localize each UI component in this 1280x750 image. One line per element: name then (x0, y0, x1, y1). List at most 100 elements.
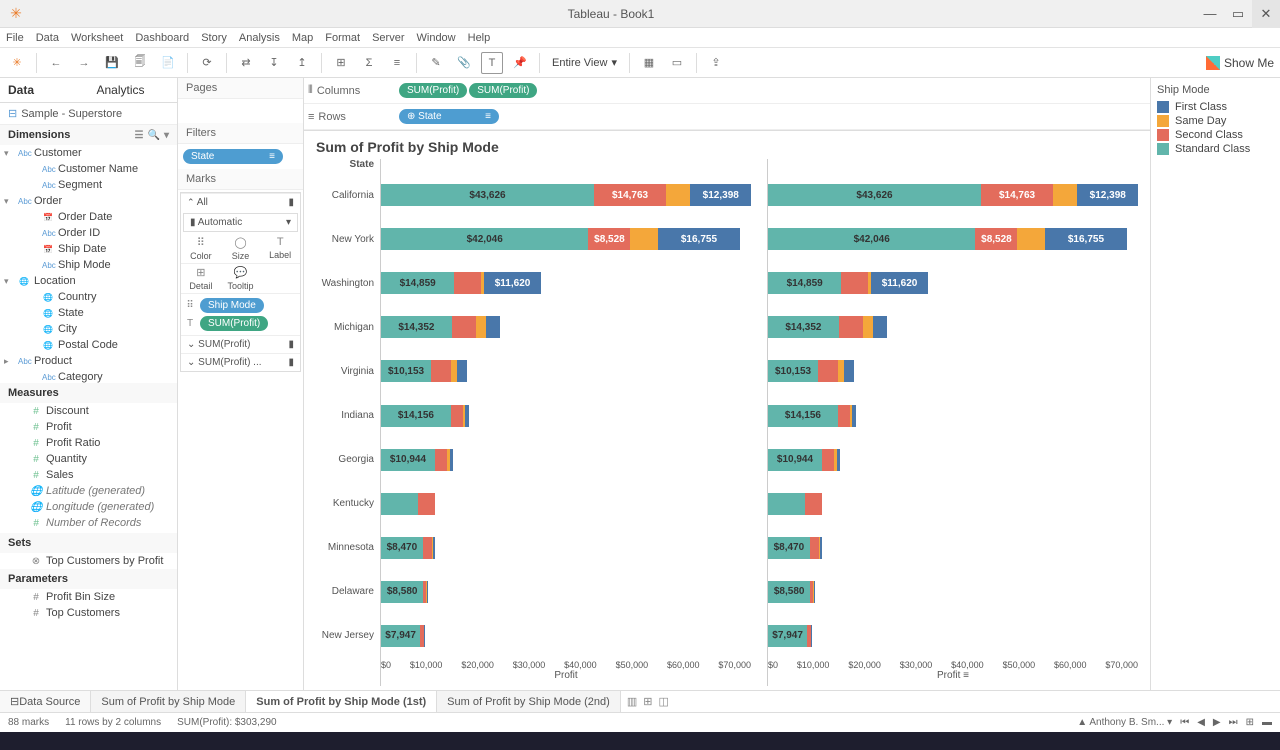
nav-next-icon[interactable]: ▶ (1213, 717, 1221, 728)
datasource-item[interactable]: ⊟ Sample - Superstore (0, 103, 177, 125)
tab-sheet-3[interactable]: Sum of Profit by Ship Mode (2nd) (437, 691, 621, 712)
mark-pill-sumprofit[interactable]: SUM(Profit) (200, 316, 268, 331)
bar-segment[interactable] (822, 449, 834, 471)
dimension-country[interactable]: 🌐Country (0, 289, 177, 305)
group-button[interactable]: ⊞ (330, 52, 352, 74)
bar-segment[interactable]: $14,763 (594, 184, 666, 206)
bar-segment[interactable]: $14,352 (768, 316, 839, 338)
bar-segment[interactable]: $12,398 (1077, 184, 1138, 206)
bar-segment[interactable]: $11,620 (871, 272, 928, 294)
bar-segment[interactable] (839, 316, 864, 338)
bar-row[interactable]: $8,580 (768, 570, 1138, 614)
bar-segment[interactable] (486, 316, 500, 338)
swap-button[interactable]: ⇄ (235, 52, 257, 74)
new-sheet-icon[interactable]: ▥ (627, 695, 637, 708)
bar-segment[interactable]: $10,153 (381, 360, 431, 382)
measure-sales[interactable]: #Sales (0, 467, 177, 483)
save-button[interactable]: 💾 (101, 52, 123, 74)
menu-worksheet[interactable]: Worksheet (71, 32, 123, 44)
back-button[interactable]: ← (45, 52, 67, 74)
dimension-segment[interactable]: AbcSegment (0, 177, 177, 193)
menu-window[interactable]: Window (417, 32, 456, 44)
pages-shelf[interactable]: Pages (178, 78, 303, 99)
menu-help[interactable]: Help (468, 32, 491, 44)
bar-segment[interactable]: $12,398 (690, 184, 751, 206)
chart-title[interactable]: Sum of Profit by Ship Mode (316, 139, 1138, 155)
measure-latitude-generated-[interactable]: 🌐Latitude (generated) (0, 483, 177, 499)
bar-segment[interactable] (1017, 228, 1044, 250)
bar-segment[interactable] (852, 405, 856, 427)
tab-sheet-1[interactable]: Sum of Profit by Ship Mode (91, 691, 246, 712)
bar-segment[interactable] (837, 449, 839, 471)
share-button[interactable]: ⇪ (705, 52, 727, 74)
params-item[interactable]: #Profit Bin Size (0, 589, 177, 605)
bar-segment[interactable] (452, 316, 477, 338)
bar-segment[interactable]: $7,947 (381, 625, 420, 647)
mark-type-dropdown[interactable]: ▮ Automatic▾ (183, 213, 298, 232)
format-button[interactable]: ≡ (386, 52, 408, 74)
filmstrip-icon[interactable]: ▬ (1262, 717, 1272, 728)
bar-segment[interactable] (424, 625, 425, 647)
menu-server[interactable]: Server (372, 32, 404, 44)
dropdown-icon[interactable]: ▾ (164, 130, 169, 141)
bar-segment[interactable]: $8,580 (768, 581, 810, 603)
menu-format[interactable]: Format (325, 32, 360, 44)
bar-segment[interactable] (476, 316, 486, 338)
legend-item[interactable]: Standard Class (1157, 142, 1274, 156)
forward-button[interactable]: → (73, 52, 95, 74)
filter-pill-state[interactable]: State≡ (183, 149, 283, 164)
bar-segment[interactable]: $16,755 (658, 228, 741, 250)
bar-row[interactable]: $7,947 (768, 614, 1138, 658)
new-dashboard-icon[interactable]: ⊞ (643, 695, 652, 708)
bar-segment[interactable] (810, 537, 819, 559)
legend-item[interactable]: Second Class (1157, 128, 1274, 142)
bar-row[interactable]: $8,580 (381, 570, 751, 614)
bar-segment[interactable]: $14,763 (981, 184, 1053, 206)
new-worksheet-button[interactable]: 📄 (157, 52, 179, 74)
bar-segment[interactable] (768, 493, 805, 515)
sort-asc-button[interactable]: ↧ (263, 52, 285, 74)
bar-segment[interactable] (454, 272, 481, 294)
dimension-city[interactable]: 🌐City (0, 321, 177, 337)
bar-segment[interactable]: $10,944 (381, 449, 435, 471)
totals-button[interactable]: Σ (358, 52, 380, 74)
search-icon[interactable]: 🔍 (148, 130, 160, 141)
measure-longitude-generated-[interactable]: 🌐Longitude (generated) (0, 499, 177, 515)
grid-view-icon[interactable]: ⊞ (1246, 717, 1254, 728)
labels-button[interactable]: T (481, 52, 503, 74)
menu-map[interactable]: Map (292, 32, 313, 44)
bar-row[interactable]: $14,352 (381, 305, 751, 349)
dimension-order[interactable]: ▾AbcOrder (0, 193, 177, 209)
bar-segment[interactable]: $43,626 (381, 184, 594, 206)
menu-data[interactable]: Data (36, 32, 59, 44)
bar-segment[interactable] (814, 581, 815, 603)
marks-all-toggle[interactable]: ⌃ All▮ (181, 193, 300, 211)
nav-prev-icon[interactable]: ◀ (1197, 717, 1205, 728)
bar-row[interactable]: $10,944 (381, 438, 751, 482)
dimension-order-date[interactable]: 📅Order Date (0, 209, 177, 225)
marks-size[interactable]: ◯Size (221, 234, 261, 263)
bar-segment[interactable] (841, 272, 868, 294)
bar-segment[interactable] (450, 449, 452, 471)
bar-segment[interactable] (381, 493, 418, 515)
present-button[interactable]: ▭ (666, 52, 688, 74)
dimension-product[interactable]: ▸AbcProduct (0, 353, 177, 369)
sets-item[interactable]: ⊗Top Customers by Profit (0, 553, 177, 569)
bar-segment[interactable] (457, 360, 467, 382)
params-item[interactable]: #Top Customers (0, 605, 177, 621)
measure-profit[interactable]: #Profit (0, 419, 177, 435)
refresh-button[interactable]: ⟳ (196, 52, 218, 74)
bar-segment[interactable] (820, 537, 822, 559)
bar-segment[interactable]: $10,153 (768, 360, 818, 382)
menu-file[interactable]: File (6, 32, 24, 44)
nav-last-icon[interactable]: ⏭ (1229, 717, 1238, 728)
pin-button[interactable]: 📎 (453, 52, 475, 74)
rows-pill-state[interactable]: ⊕ State≡ (399, 109, 499, 124)
dimension-ship-mode[interactable]: AbcShip Mode (0, 257, 177, 273)
measure-quantity[interactable]: #Quantity (0, 451, 177, 467)
tab-datasource[interactable]: ⊟ Data Source (0, 691, 91, 712)
bar-row[interactable]: $43,626$14,763$12,398 (768, 173, 1138, 217)
bar-segment[interactable]: $14,156 (768, 405, 838, 427)
dimension-ship-date[interactable]: 📅Ship Date (0, 241, 177, 257)
status-user[interactable]: ▲ Anthony B. Sm... ▾ (1077, 717, 1172, 728)
